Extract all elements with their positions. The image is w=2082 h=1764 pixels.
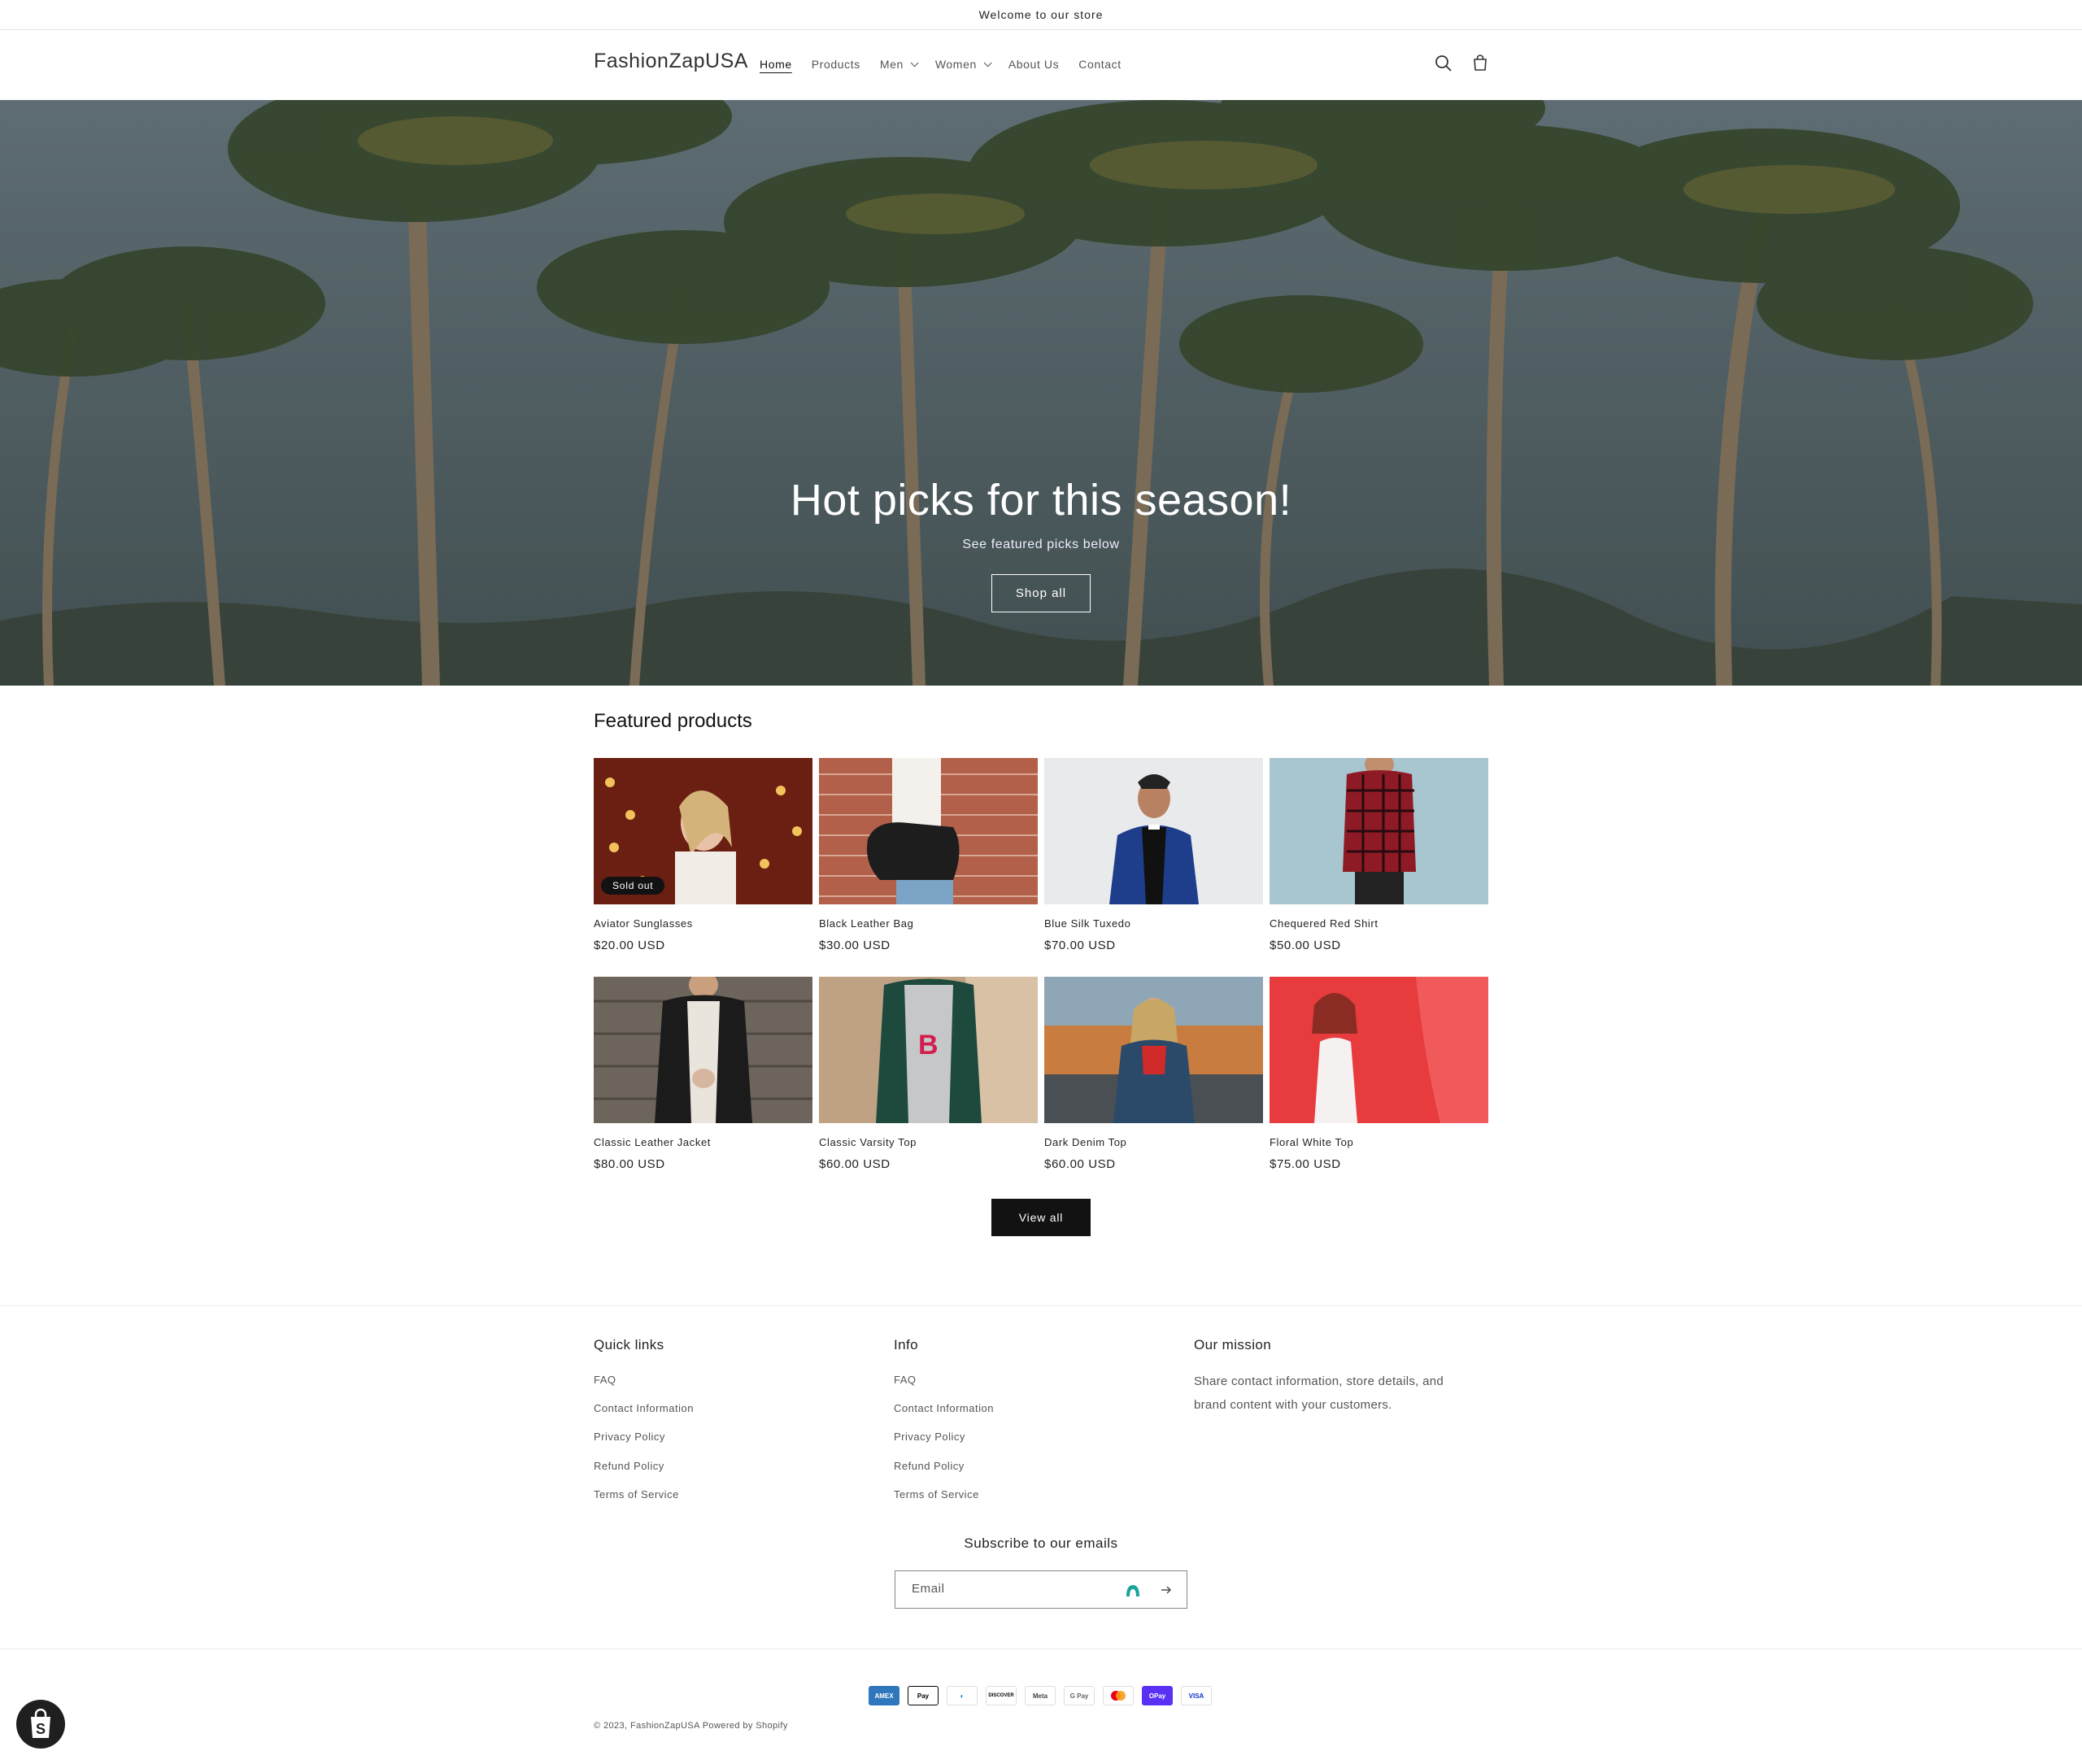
product-image[interactable] — [1270, 977, 1488, 1123]
product-card[interactable]: Dark Denim Top $60.00 USD — [1044, 977, 1263, 1171]
nav-contact-label: Contact — [1078, 58, 1122, 71]
nav-home-label: Home — [760, 58, 792, 71]
amex-icon: AMEX — [869, 1686, 899, 1705]
email-placeholder: Email — [912, 1582, 945, 1596]
announcement-bar: Welcome to our store — [0, 0, 2082, 30]
product-name[interactable]: Classic Varsity Top — [819, 1136, 1038, 1148]
visa-icon: VISA — [1181, 1686, 1212, 1705]
product-price: $60.00 USD — [1044, 1157, 1116, 1171]
product-card[interactable]: Chequered Red Shirt $50.00 USD — [1270, 758, 1488, 952]
product-price: $75.00 USD — [1270, 1157, 1341, 1171]
nav-women-label: Women — [934, 58, 977, 71]
hero-title: Hot picks for this season! — [790, 476, 1292, 525]
product-price: $30.00 USD — [819, 939, 891, 952]
product-name[interactable]: Dark Denim Top — [1044, 1136, 1263, 1148]
product-image[interactable] — [819, 758, 1038, 904]
discover-icon: DISCOVER — [986, 1686, 1017, 1705]
cart-icon[interactable] — [1470, 53, 1491, 74]
nav-home[interactable]: Home — [760, 58, 792, 71]
copyright-text: © 2023, FashionZapUSA Powered by Shopify — [594, 1721, 788, 1731]
view-all-button[interactable]: View all — [991, 1199, 1091, 1236]
product-card[interactable]: Blue Silk Tuxedo $70.00 USD — [1044, 758, 1263, 952]
meta-pay-icon: Meta — [1025, 1686, 1056, 1705]
product-image[interactable] — [594, 977, 812, 1123]
shopify-bag-icon: S — [31, 1709, 50, 1738]
footer-link-privacy[interactable]: Privacy Policy — [894, 1431, 965, 1443]
announcement-text: Welcome to our store — [978, 8, 1104, 21]
footer-link-refund[interactable]: Refund Policy — [894, 1460, 965, 1472]
product-card[interactable]: Sold out Aviator Sunglasses $20.00 USD — [594, 758, 812, 952]
footer-link-terms[interactable]: Terms of Service — [894, 1488, 979, 1500]
nav-products[interactable]: Products — [812, 58, 860, 71]
nav-products-label: Products — [811, 58, 860, 71]
sold-out-badge: Sold out — [601, 877, 665, 895]
product-price: $20.00 USD — [594, 939, 665, 952]
footer-link-contact[interactable]: Contact Information — [894, 1402, 994, 1414]
shop-all-button[interactable]: Shop all — [991, 574, 1091, 612]
footer-link-contact[interactable]: Contact Information — [594, 1402, 694, 1414]
nav-women[interactable]: Women — [934, 58, 992, 71]
product-image[interactable] — [1270, 758, 1488, 904]
footer-quick-links: Quick links FAQ Contact Information Priv… — [594, 1337, 693, 1500]
nav-about-label: About Us — [1008, 58, 1060, 71]
nav-men[interactable]: Men — [879, 58, 919, 71]
diners-icon: ◐ — [947, 1686, 978, 1705]
product-name[interactable]: Chequered Red Shirt — [1270, 917, 1488, 930]
google-pay-icon: G Pay — [1064, 1686, 1095, 1705]
hero-banner: Hot picks for this season! See featured … — [0, 100, 2082, 686]
arrow-right-icon[interactable] — [1160, 1583, 1173, 1596]
footer-divider — [0, 1305, 2082, 1306]
footer-mission: Our mission Share contact information, s… — [1194, 1337, 1444, 1412]
email-field[interactable]: Email — [895, 1570, 1187, 1609]
shop-pay-icon: OPay — [1142, 1686, 1173, 1705]
product-price: $80.00 USD — [594, 1157, 665, 1171]
site-header: FashionZapUSA Home Products Men Women Ab… — [0, 30, 2082, 100]
chevron-down-icon — [910, 58, 919, 67]
footer-link-privacy[interactable]: Privacy Policy — [594, 1431, 665, 1443]
featured-heading: Featured products — [594, 710, 752, 732]
shopify-chat-button[interactable]: S — [16, 1700, 65, 1749]
product-price: $50.00 USD — [1270, 939, 1341, 952]
product-name[interactable]: Floral White Top — [1270, 1136, 1488, 1148]
hero-subtitle: See featured picks below — [962, 538, 1120, 551]
footer-info: Info FAQ Contact Information Privacy Pol… — [894, 1337, 993, 1500]
product-image[interactable]: Sold out — [594, 758, 812, 904]
info-heading: Info — [894, 1337, 918, 1352]
product-card[interactable]: B Classic Varsity Top $60.00 USD — [819, 977, 1038, 1171]
quick-links-heading: Quick links — [594, 1337, 664, 1352]
svg-text:S: S — [36, 1721, 46, 1737]
product-card[interactable]: Floral White Top $75.00 USD — [1270, 977, 1488, 1171]
product-price: $60.00 USD — [819, 1157, 891, 1171]
svg-text:B: B — [918, 1030, 939, 1061]
nav-men-label: Men — [879, 58, 904, 71]
chevron-down-icon — [983, 58, 992, 67]
mastercard-icon — [1103, 1686, 1134, 1705]
main-nav: Home Products Men Women About Us Contact — [760, 58, 1141, 71]
store-logo[interactable]: FashionZapUSA — [594, 50, 748, 73]
footer-link-terms[interactable]: Terms of Service — [594, 1488, 679, 1500]
product-image[interactable] — [1044, 977, 1263, 1123]
product-card[interactable]: Classic Leather Jacket $80.00 USD — [594, 977, 812, 1171]
product-card[interactable]: Black Leather Bag $30.00 USD — [819, 758, 1038, 952]
footer-link-refund[interactable]: Refund Policy — [594, 1460, 664, 1472]
nav-about-us[interactable]: About Us — [1008, 58, 1059, 71]
footer-link-faq[interactable]: FAQ — [894, 1374, 917, 1386]
product-name[interactable]: Aviator Sunglasses — [594, 917, 812, 930]
product-name[interactable]: Black Leather Bag — [819, 917, 1038, 930]
apple-pay-icon: Pay — [908, 1686, 939, 1705]
nav-contact[interactable]: Contact — [1078, 58, 1121, 71]
product-name[interactable]: Classic Leather Jacket — [594, 1136, 812, 1148]
subscribe-heading: Subscribe to our emails — [964, 1535, 1118, 1551]
autofill-icon[interactable] — [1124, 1581, 1142, 1599]
product-image[interactable]: B — [819, 977, 1038, 1123]
mission-text: Share contact information, store details… — [1194, 1374, 1444, 1412]
product-price: $70.00 USD — [1044, 939, 1116, 952]
search-icon[interactable] — [1433, 53, 1454, 74]
product-name[interactable]: Blue Silk Tuxedo — [1044, 917, 1263, 930]
footer-link-faq[interactable]: FAQ — [594, 1374, 616, 1386]
mission-heading: Our mission — [1194, 1337, 1272, 1352]
product-image[interactable] — [1044, 758, 1263, 904]
